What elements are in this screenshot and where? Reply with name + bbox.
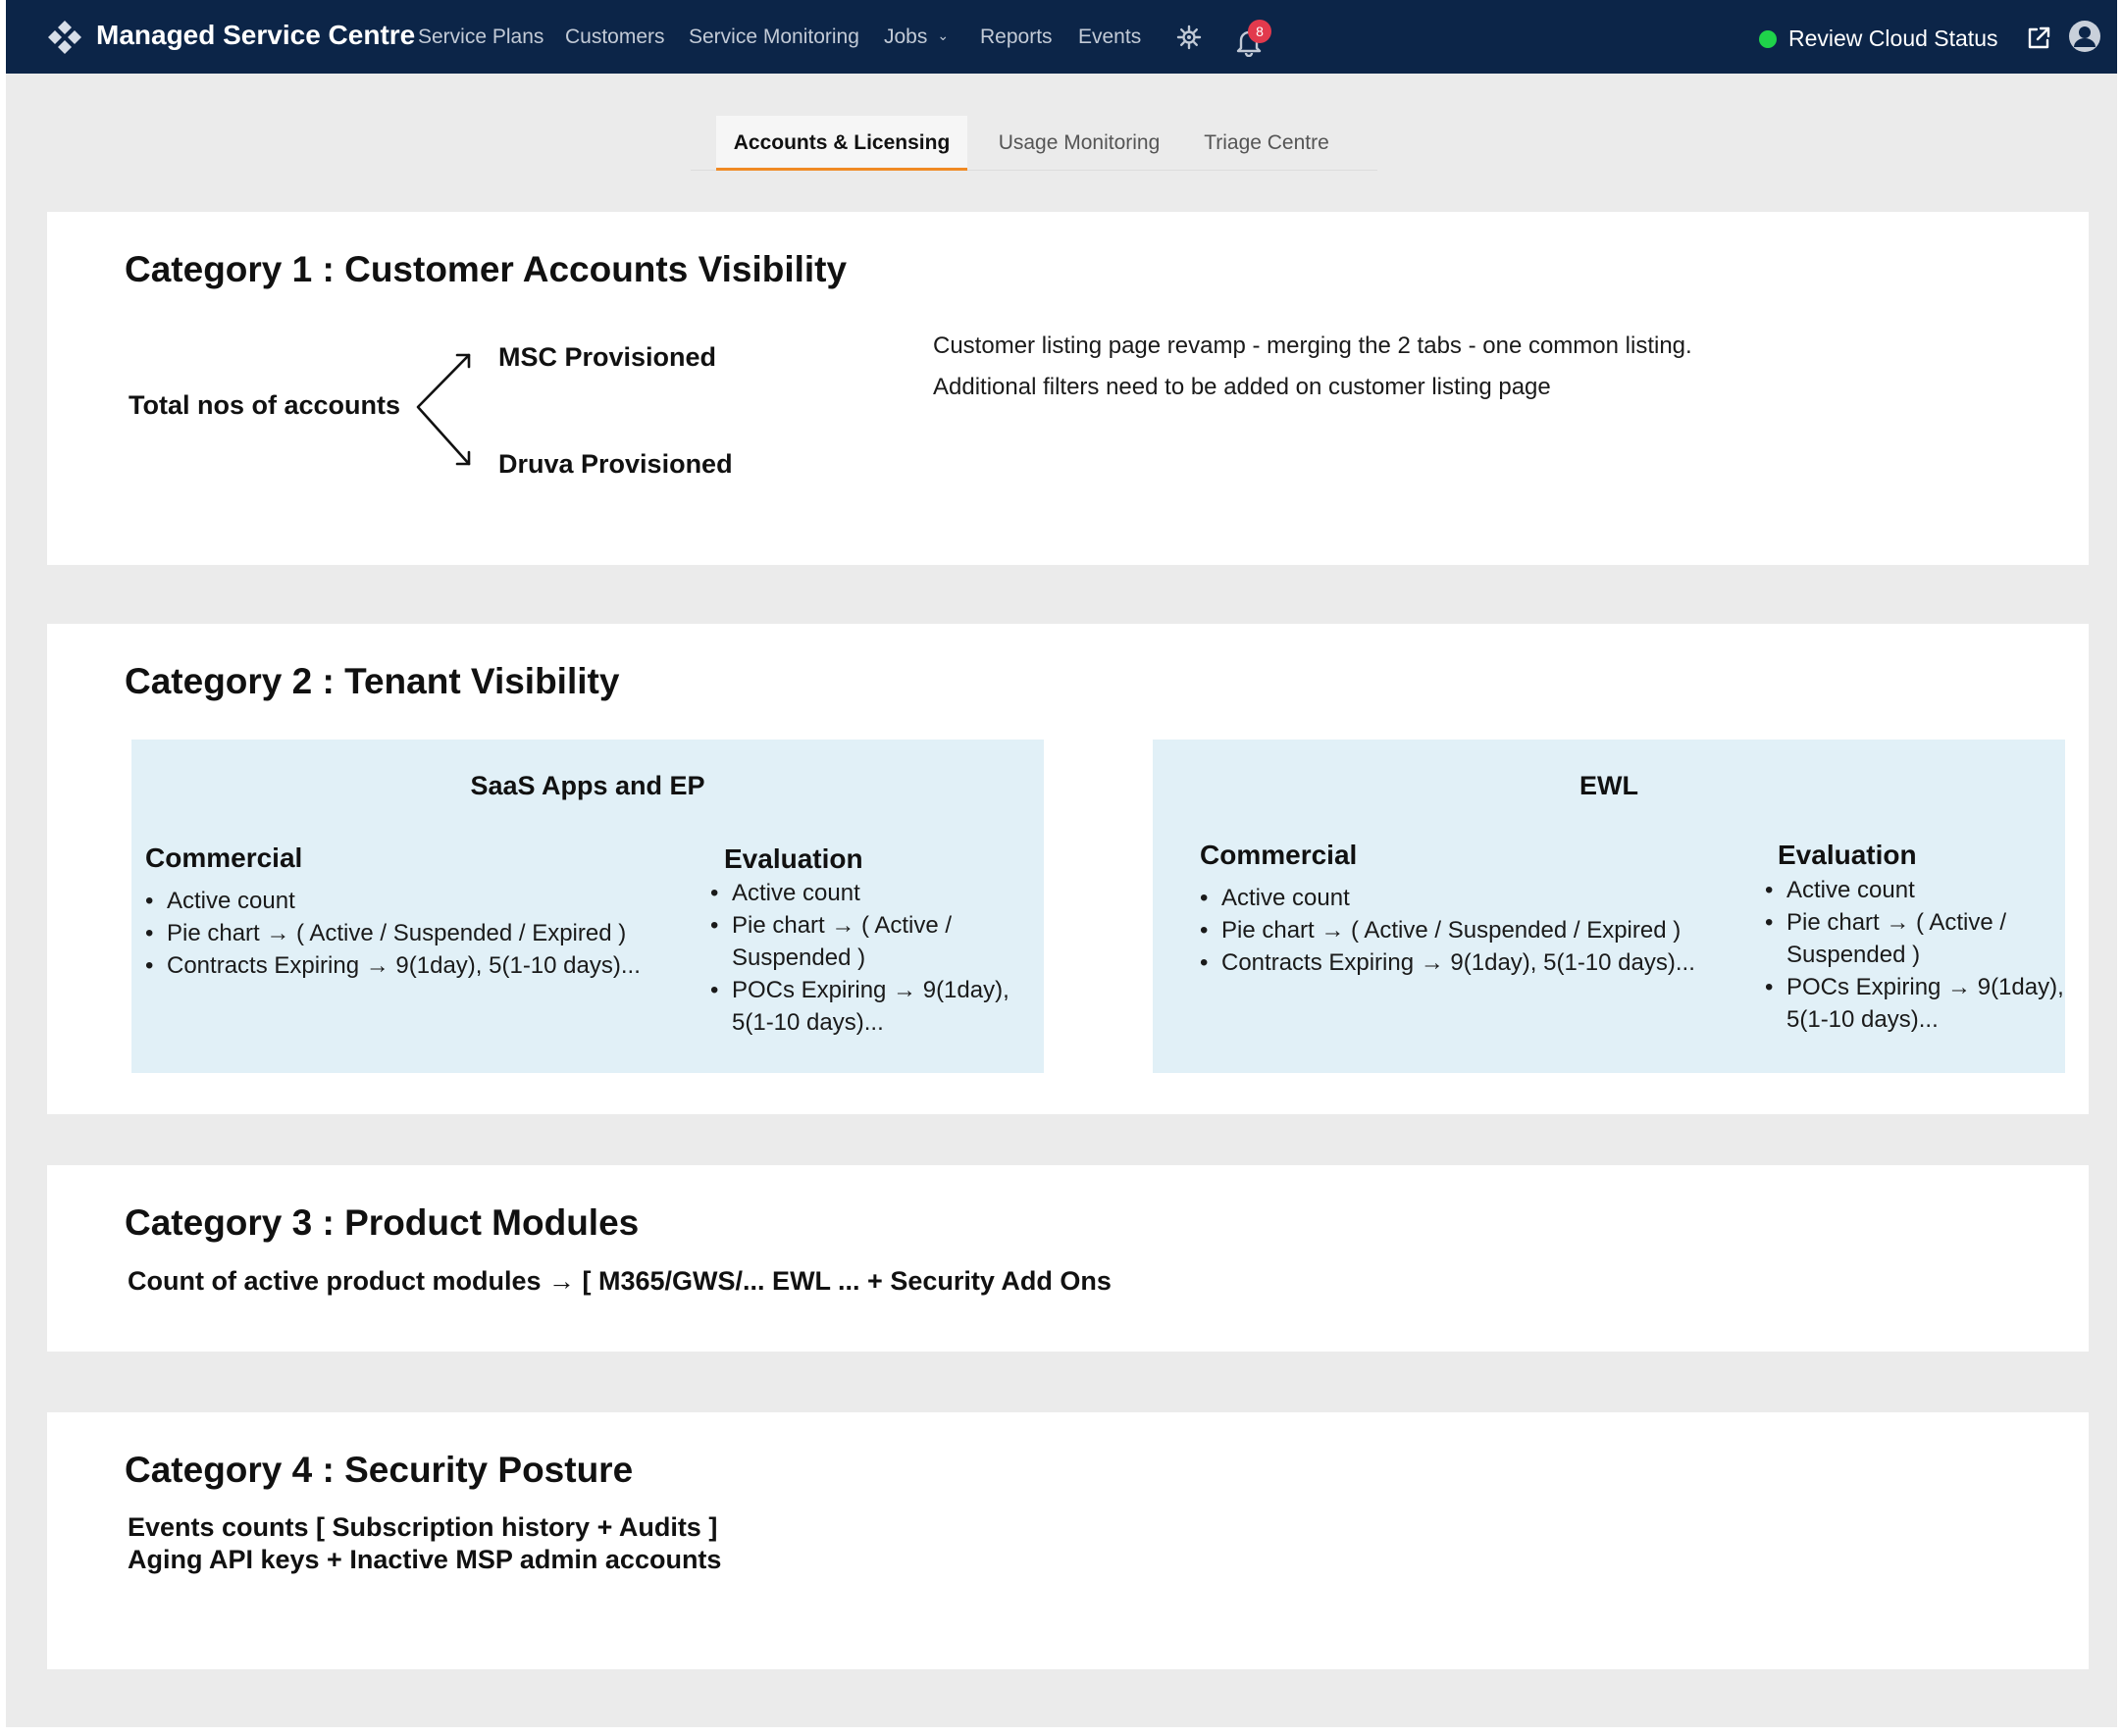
- saas-apps-panel: SaaS Apps and EP Commercial Active count…: [131, 740, 1044, 1073]
- list-item: Pie chart → ( Active / Suspended / Expir…: [1200, 914, 1695, 946]
- list-item-continuation: Suspended ): [1786, 942, 1921, 968]
- top-navigation-bar: Managed Service Centre Service Plans Cus…: [6, 0, 2117, 74]
- panel-title: SaaS Apps and EP: [470, 771, 705, 800]
- list-item: Active count: [1765, 874, 2064, 906]
- tab-triage-centre[interactable]: Triage Centre: [1193, 116, 1340, 171]
- category-2-title: Category 2 : Tenant Visibility: [125, 661, 620, 701]
- product-modules-text: Count of active product modules → [ M365…: [128, 1266, 1112, 1296]
- list-item: Pie chart → ( Active / Suspended / Expir…: [145, 917, 641, 949]
- total-accounts-label: Total nos of accounts: [129, 390, 401, 420]
- chevron-down-icon: ⌄: [937, 27, 950, 43]
- review-cloud-status-link[interactable]: Review Cloud Status: [1788, 26, 1998, 52]
- page-frame: Managed Service Centre Service Plans Cus…: [6, 0, 2117, 1727]
- nav-label: Jobs: [884, 26, 928, 48]
- branch-arrow-icon: [416, 353, 471, 466]
- tab-accounts-licensing[interactable]: Accounts & Licensing: [716, 116, 967, 171]
- category-1-title: Category 1 : Customer Accounts Visibilit…: [125, 249, 848, 289]
- evaluation-title: Evaluation: [724, 843, 863, 874]
- evaluation-title: Evaluation: [1778, 840, 1917, 870]
- ewl-panel: EWL Commercial Active count Pie chart → …: [1153, 740, 2065, 1073]
- nav-jobs-dropdown[interactable]: Jobs ⌄: [884, 26, 949, 49]
- note-listing-revamp: Customer listing page revamp - merging t…: [933, 332, 1692, 359]
- list-item: Contracts Expiring → 9(1day), 5(1-10 day…: [1200, 946, 1695, 979]
- nav-label: Customers: [565, 26, 665, 48]
- list-item: Contracts Expiring → 9(1day), 5(1-10 day…: [145, 949, 641, 982]
- nav-service-plans[interactable]: Service Plans: [418, 26, 543, 49]
- external-link-icon[interactable]: [2026, 26, 2051, 51]
- druva-provisioned-label: Druva Provisioned: [498, 449, 733, 479]
- nav-label: Service Plans: [418, 26, 544, 48]
- tab-usage-monitoring[interactable]: Usage Monitoring: [981, 116, 1177, 171]
- list-item-continuation: 5(1-10 days)...: [1786, 1006, 1939, 1033]
- aging-api-keys-text: Aging API keys + Inactive MSP admin acco…: [128, 1545, 722, 1574]
- category-3-title: Category 3 : Product Modules: [125, 1202, 640, 1243]
- msc-provisioned-label: MSC Provisioned: [498, 342, 717, 372]
- user-avatar-icon[interactable]: [2068, 20, 2101, 53]
- evaluation-list: Active count Pie chart → ( Active / Susp…: [1765, 874, 2064, 1036]
- list-item: Pie chart → ( Active /: [710, 909, 1009, 942]
- list-item: Active count: [710, 877, 1009, 909]
- nav-label: Reports: [980, 26, 1053, 48]
- list-item-continuation: Suspended ): [732, 945, 866, 971]
- commercial-title: Commercial: [145, 842, 303, 873]
- status-dot: [1759, 30, 1777, 48]
- gear-icon[interactable]: [1176, 25, 1202, 50]
- note-additional-filters: Additional filters need to be added on c…: [933, 374, 1551, 400]
- panel-title: EWL: [1579, 771, 1638, 800]
- list-item-continuation: 5(1-10 days)...: [732, 1009, 884, 1036]
- category-1-card: Category 1 : Customer Accounts Visibilit…: [47, 212, 2089, 565]
- nav-customers[interactable]: Customers: [565, 26, 665, 49]
- list-item: POCs Expiring → 9(1day),: [1765, 971, 2064, 1003]
- druva-logo-icon[interactable]: [45, 18, 84, 57]
- list-item: POCs Expiring → 9(1day),: [710, 974, 1009, 1006]
- category-4-card: Category 4 : Security Posture Events cou…: [47, 1412, 2089, 1669]
- nav-label: Events: [1078, 26, 1142, 48]
- app-title[interactable]: Managed Service Centre: [96, 20, 415, 51]
- nav-service-monitoring[interactable]: Service Monitoring: [689, 26, 859, 49]
- events-counts-text: Events counts [ Subscription history + A…: [128, 1512, 718, 1542]
- list-item: Pie chart → ( Active /: [1765, 906, 2064, 939]
- notification-count-badge: 8: [1248, 20, 1271, 43]
- category-4-title: Category 4 : Security Posture: [125, 1450, 634, 1490]
- category-2-card: Category 2 : Tenant Visibility SaaS Apps…: [47, 624, 2089, 1114]
- evaluation-list: Active count Pie chart → ( Active / Susp…: [710, 877, 1009, 1039]
- nav-label: Service Monitoring: [689, 26, 859, 48]
- commercial-list: Active count Pie chart → ( Active / Susp…: [145, 885, 641, 982]
- commercial-list: Active count Pie chart → ( Active / Susp…: [1200, 882, 1695, 979]
- category-3-card: Category 3 : Product Modules Count of ac…: [47, 1165, 2089, 1352]
- nav-reports[interactable]: Reports: [980, 26, 1053, 49]
- list-item: Active count: [145, 885, 641, 917]
- list-item: Active count: [1200, 882, 1695, 914]
- nav-events[interactable]: Events: [1078, 26, 1141, 49]
- commercial-title: Commercial: [1200, 840, 1358, 870]
